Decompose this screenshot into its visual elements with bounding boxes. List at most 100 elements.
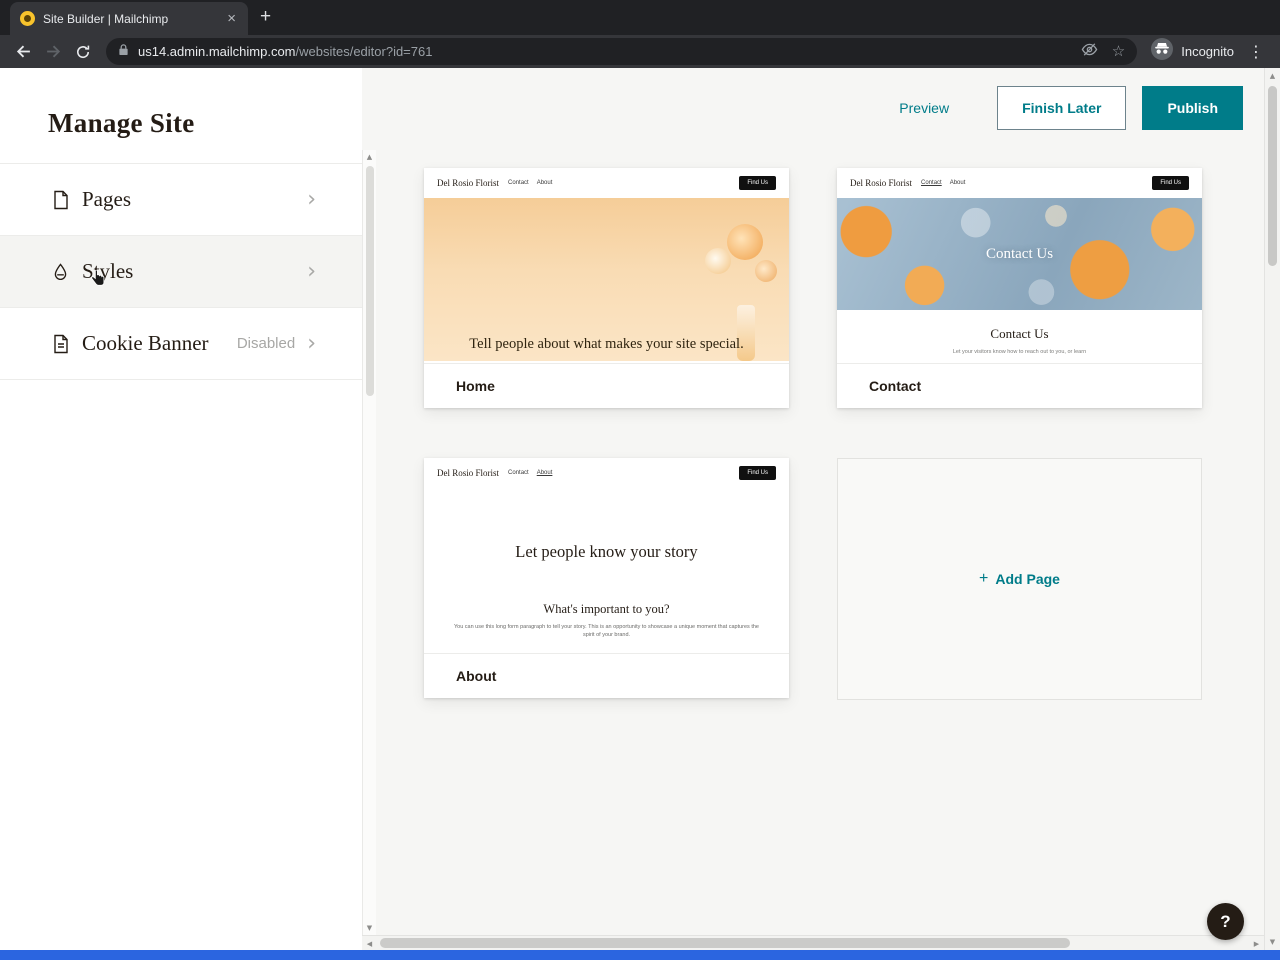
scrollbar-thumb[interactable]: [366, 166, 374, 396]
about-hero-title: Let people know your story: [515, 542, 698, 561]
site-brand: Del Rosio Florist: [437, 178, 500, 188]
sidebar-item-label: Cookie Banner: [82, 331, 209, 355]
url-path: /websites/editor?id=761: [295, 44, 433, 59]
site-brand: Del Rosio Florist: [437, 468, 500, 478]
contact-hero-image: Contact Us: [837, 198, 1202, 310]
site-builder-app: Manage Site Pages › Styles › Cookie Bann…: [0, 68, 1280, 950]
eye-off-icon[interactable]: [1081, 41, 1098, 63]
help-button[interactable]: ?: [1207, 903, 1244, 940]
browser-tab-strip: Site Builder | Mailchimp × +: [0, 0, 1280, 35]
reload-button[interactable]: [68, 38, 98, 66]
chevron-right-icon: ›: [307, 258, 316, 284]
site-nav: Contact About: [508, 180, 552, 186]
url-text: us14.admin.mailchimp.com/websites/editor…: [138, 44, 432, 59]
sidebar-item-label: Pages: [82, 187, 131, 211]
scroll-up-arrow[interactable]: ▲: [1265, 72, 1280, 80]
about-preview-header: Del Rosio Florist Contact About Find Us: [424, 458, 789, 488]
page-card-label: Contact: [837, 363, 1202, 408]
page-card-about[interactable]: Del Rosio Florist Contact About Find Us …: [424, 458, 789, 698]
cookie-banner-status: Disabled: [236, 335, 296, 352]
find-us-button: Find Us: [739, 466, 776, 480]
lock-icon: [118, 43, 129, 61]
contact-preview-header: Del Rosio Florist Contact About Find Us: [837, 168, 1202, 198]
url-host: us14.admin.mailchimp.com: [138, 44, 296, 59]
styles-icon: [52, 262, 72, 282]
find-us-button: Find Us: [739, 176, 776, 190]
browser-toolbar: us14.admin.mailchimp.com/websites/editor…: [0, 35, 1280, 68]
nav-link-about: About: [536, 470, 553, 476]
scroll-up-arrow[interactable]: ▲: [363, 153, 376, 161]
publish-button[interactable]: Publish: [1142, 86, 1243, 130]
chevron-right-icon: ›: [307, 186, 316, 212]
contact-section-title: Contact Us: [990, 326, 1049, 341]
mouse-cursor-hand: [90, 269, 105, 292]
tab-title: Site Builder | Mailchimp: [43, 11, 169, 26]
chevron-right-icon: ›: [307, 330, 316, 356]
browser-menu-icon[interactable]: ⋮: [1240, 42, 1272, 62]
home-hero-text: Tell people about what makes your site s…: [469, 335, 744, 352]
page-card-home[interactable]: Del Rosio Florist Contact About Find Us …: [424, 168, 789, 408]
window-vertical-scrollbar[interactable]: ▲ ▼: [1264, 68, 1280, 950]
page-card-label: About: [424, 653, 789, 698]
incognito-label: Incognito: [1181, 44, 1234, 59]
site-nav: Contact About: [508, 470, 552, 476]
contact-section: Contact Us Let your visitors know how to…: [837, 310, 1202, 363]
address-bar[interactable]: us14.admin.mailchimp.com/websites/editor…: [106, 38, 1138, 65]
scroll-left-arrow[interactable]: ◀: [362, 936, 377, 951]
scrollbar-thumb[interactable]: [380, 938, 1070, 948]
scrollbar-thumb[interactable]: [1268, 86, 1277, 266]
flower-graphic: [727, 224, 763, 260]
browser-tab[interactable]: Site Builder | Mailchimp ×: [10, 2, 248, 35]
header-actions: Preview Finish Later Publish: [899, 86, 1243, 130]
mailchimp-favicon: [20, 11, 35, 26]
nav-link-contact: Contact: [921, 180, 942, 186]
content-horizontal-scrollbar[interactable]: ◀ ▶: [362, 935, 1264, 950]
sidebar-content-scrollbar[interactable]: ▲ ▼: [362, 150, 376, 935]
incognito-icon: [1151, 38, 1174, 65]
home-preview-header: Del Rosio Florist Contact About Find Us: [424, 168, 789, 198]
back-button[interactable]: [8, 38, 38, 66]
sidebar-item-cookie-banner[interactable]: Cookie Banner Disabled ›: [0, 308, 362, 380]
home-hero-image: Tell people about what makes your site s…: [424, 198, 789, 361]
scroll-down-arrow[interactable]: ▼: [1265, 938, 1280, 946]
nav-link-about: About: [949, 180, 966, 186]
find-us-button: Find Us: [1152, 176, 1189, 190]
preview-button[interactable]: Preview: [899, 100, 949, 116]
about-section-body: You can use this long form paragraph to …: [453, 624, 759, 639]
new-tab-button[interactable]: +: [260, 6, 271, 28]
page-icon: [52, 190, 72, 210]
site-nav: Contact About: [921, 180, 965, 186]
incognito-badge: Incognito: [1145, 38, 1240, 65]
sidebar-title: Manage Site: [48, 108, 195, 138]
sidebar-menu: Pages › Styles › Cookie Banner Disabled …: [0, 163, 362, 380]
bookmark-star-icon[interactable]: ☆: [1112, 44, 1125, 59]
flower-graphic: [755, 260, 777, 282]
tab-close-icon[interactable]: ×: [225, 11, 238, 26]
nav-link-contact: Contact: [508, 180, 529, 186]
add-page-card[interactable]: + Add Page: [837, 458, 1202, 700]
scroll-down-arrow[interactable]: ▼: [363, 924, 376, 932]
page-card-label: Home: [424, 363, 789, 408]
site-brand: Del Rosio Florist: [850, 178, 913, 188]
sidebar-item-pages[interactable]: Pages ›: [0, 164, 362, 236]
add-page-label: Add Page: [995, 571, 1060, 587]
flower-graphic: [705, 248, 731, 274]
manage-site-sidebar: Manage Site Pages › Styles › Cookie Bann…: [0, 68, 362, 950]
about-hero: Let people know your story What's import…: [424, 488, 789, 651]
scroll-right-arrow[interactable]: ▶: [1249, 936, 1264, 951]
page-card-contact[interactable]: Del Rosio Florist Contact About Find Us …: [837, 168, 1202, 408]
contact-hero-title: Contact Us: [985, 245, 1054, 262]
nav-link-about: About: [536, 180, 553, 186]
page-cards-grid: Del Rosio Florist Contact About Find Us …: [424, 168, 1202, 700]
cookie-banner-icon: [52, 334, 72, 354]
sidebar-item-styles[interactable]: Styles ›: [0, 236, 362, 308]
plus-icon: +: [979, 570, 989, 587]
about-section-title: What's important to you?: [543, 602, 670, 616]
add-page-button[interactable]: + Add Page: [979, 570, 1060, 588]
pages-overview-panel: Preview Finish Later Publish Del Rosio F…: [362, 68, 1264, 950]
forward-button[interactable]: [38, 38, 68, 66]
finish-later-button[interactable]: Finish Later: [997, 86, 1127, 130]
contact-section-subtitle: Let your visitors know how to reach out …: [952, 349, 1087, 355]
nav-link-contact: Contact: [508, 470, 529, 476]
taskbar-edge: [0, 950, 1280, 960]
